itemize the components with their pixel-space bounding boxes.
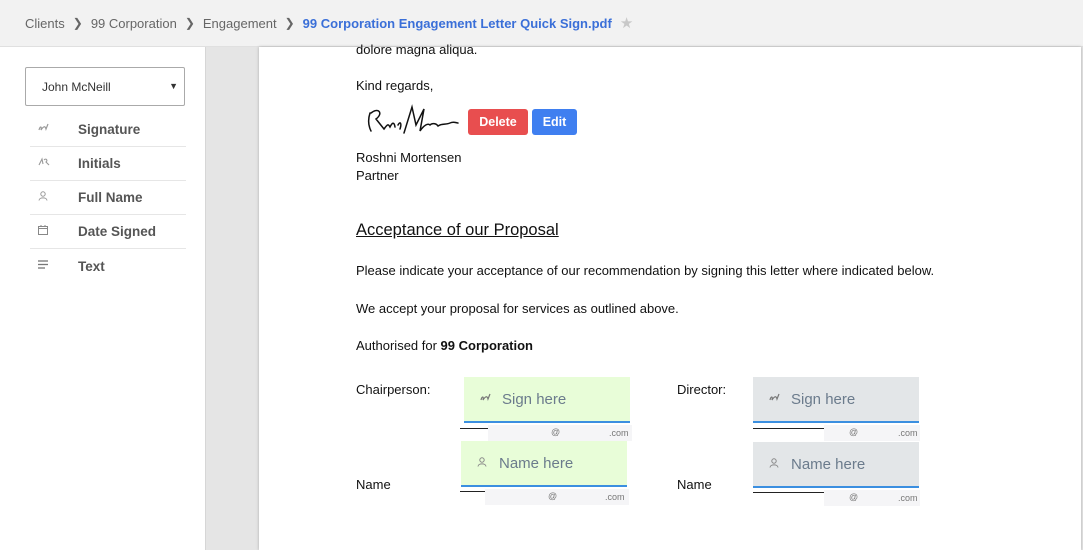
document-page: dolore magna aliqua. Kind regards, Delet… bbox=[259, 42, 1081, 550]
signature-icon bbox=[30, 123, 78, 136]
chairperson-label: Chairperson: bbox=[356, 382, 431, 397]
name-label: Name bbox=[677, 477, 712, 492]
email-placeholder: @ .com bbox=[485, 489, 629, 505]
person-icon bbox=[30, 191, 78, 204]
delete-signature-button[interactable]: Delete bbox=[468, 109, 528, 135]
field-item-text[interactable]: Text bbox=[30, 249, 186, 283]
signature-line bbox=[460, 428, 488, 429]
chairperson-signature-field[interactable]: Sign here bbox=[464, 377, 630, 423]
cut-off-text: dolore magna aliqua. bbox=[356, 42, 478, 57]
name-here-label: Name here bbox=[499, 454, 574, 472]
breadcrumb-clients[interactable]: Clients bbox=[25, 16, 65, 31]
breadcrumb-engagement[interactable]: Engagement bbox=[203, 16, 277, 31]
kind-regards-text: Kind regards, bbox=[356, 78, 434, 93]
name-label: Name bbox=[356, 477, 391, 492]
chevron-right-icon: ❯ bbox=[184, 16, 195, 30]
person-icon bbox=[753, 457, 791, 471]
signer-title: Partner bbox=[356, 168, 399, 183]
breadcrumb-current-document: 99 Corporation Engagement Letter Quick S… bbox=[302, 15, 612, 31]
name-line bbox=[460, 491, 485, 492]
person-icon bbox=[461, 456, 499, 470]
email-placeholder: @ .com bbox=[488, 425, 632, 441]
edit-signature-button[interactable]: Edit bbox=[532, 109, 577, 135]
field-item-label: Date Signed bbox=[78, 224, 157, 239]
chairperson-name-field[interactable]: Name here bbox=[461, 441, 627, 487]
caret-down-icon: ▼ bbox=[169, 81, 178, 91]
chevron-right-icon: ❯ bbox=[284, 16, 295, 30]
field-list: Signature Initials Full Name Date Signed… bbox=[30, 113, 186, 283]
sign-here-label: Sign here bbox=[791, 390, 856, 408]
name-line bbox=[753, 492, 824, 493]
star-icon[interactable]: ★ bbox=[620, 14, 633, 32]
name-here-label: Name here bbox=[791, 455, 866, 473]
accept-proposal-paragraph: We accept your proposal for services as … bbox=[356, 301, 679, 316]
field-item-label: Full Name bbox=[78, 190, 143, 205]
calendar-icon bbox=[30, 225, 78, 238]
field-item-full-name[interactable]: Full Name bbox=[30, 181, 186, 215]
field-item-initials[interactable]: Initials bbox=[30, 147, 186, 181]
director-signature-field[interactable]: Sign here bbox=[753, 377, 919, 423]
acceptance-paragraph: Please indicate your acceptance of our r… bbox=[356, 263, 935, 278]
breadcrumb: Clients ❯ 99 Corporation ❯ Engagement ❯ … bbox=[0, 0, 1083, 47]
authorised-prefix: Authorised for bbox=[356, 338, 441, 353]
director-label: Director: bbox=[677, 382, 727, 397]
initials-icon bbox=[30, 157, 78, 170]
field-item-label: Signature bbox=[78, 122, 141, 137]
signature-icon bbox=[753, 393, 791, 406]
text-lines-icon bbox=[30, 260, 78, 272]
email-placeholder: @ .com bbox=[824, 490, 920, 506]
field-sidebar: John McNeill ▼ Signature Initials Full N… bbox=[0, 47, 206, 550]
authorised-for-text: Authorised for 99 Corporation bbox=[356, 338, 533, 353]
authorised-company: 99 Corporation bbox=[440, 338, 534, 353]
director-name-field[interactable]: Name here bbox=[753, 442, 919, 488]
signature-image bbox=[367, 104, 459, 134]
field-item-date-signed[interactable]: Date Signed bbox=[30, 215, 186, 249]
signature-line bbox=[753, 428, 824, 429]
signer-name: Roshni Mortensen bbox=[356, 150, 462, 165]
field-item-label: Text bbox=[78, 258, 105, 274]
sign-here-label: Sign here bbox=[502, 390, 567, 408]
chevron-right-icon: ❯ bbox=[72, 16, 83, 30]
signature-icon bbox=[464, 393, 502, 406]
breadcrumb-client[interactable]: 99 Corporation bbox=[91, 16, 177, 31]
field-item-label: Initials bbox=[78, 156, 121, 171]
section-heading: Acceptance of our Proposal bbox=[356, 221, 559, 239]
signer-select-value: John McNeill bbox=[42, 79, 111, 94]
field-item-signature[interactable]: Signature bbox=[30, 113, 186, 147]
signer-select[interactable]: John McNeill ▼ bbox=[25, 67, 185, 106]
email-placeholder: @ .com bbox=[824, 425, 920, 441]
